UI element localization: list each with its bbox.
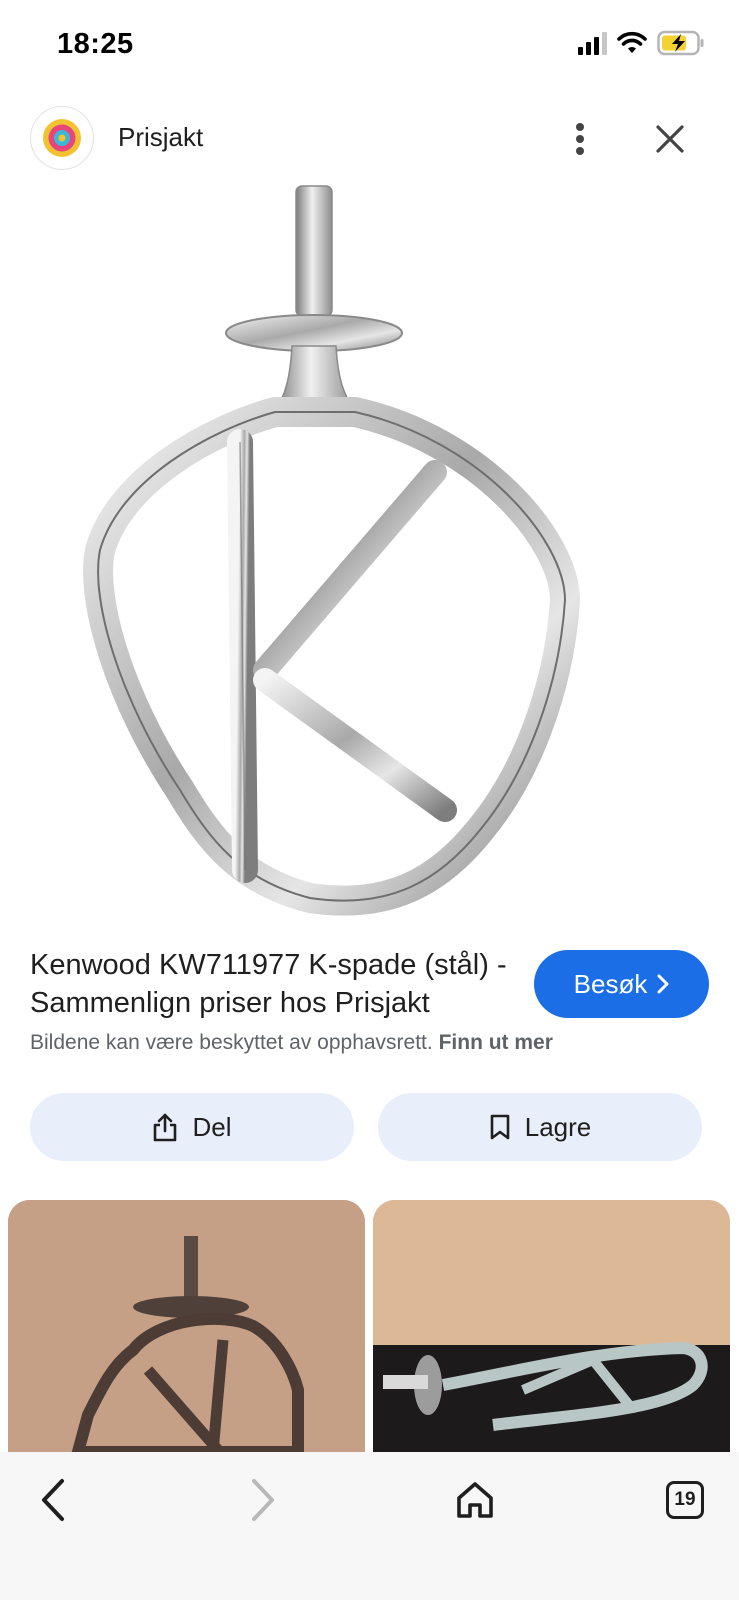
- share-label: Del: [192, 1111, 232, 1142]
- copyright-text: Bildene kan være beskyttet av opphavsret…: [30, 1031, 433, 1054]
- prisjakt-logo[interactable]: [30, 106, 94, 170]
- site-name[interactable]: Prisjakt: [118, 122, 203, 153]
- related-beater-photo-1: [8, 1200, 365, 1452]
- share-icon: [154, 1113, 177, 1142]
- learn-more-link[interactable]: Finn ut mer: [439, 1031, 553, 1054]
- tabs-button[interactable]: 19: [650, 1470, 720, 1530]
- bottom-navigation-bar: 19: [0, 1452, 739, 1600]
- main-product-image[interactable]: [0, 180, 739, 930]
- visit-label: Besøk: [573, 968, 648, 999]
- visit-button[interactable]: Besøk: [534, 950, 709, 1018]
- lens-result-header: Prisjakt: [0, 100, 739, 180]
- status-bar: 18:25: [0, 0, 739, 92]
- share-button[interactable]: Del: [30, 1093, 354, 1161]
- chevron-right-icon: [657, 974, 669, 994]
- battery-charging-icon: [657, 30, 704, 56]
- related-beater-photo-2: [373, 1200, 730, 1452]
- back-button[interactable]: [18, 1470, 88, 1530]
- result-title[interactable]: Kenwood KW711977 K-spade (stål) - Sammen…: [30, 946, 510, 1022]
- save-label: Lagre: [524, 1111, 592, 1142]
- close-button[interactable]: [648, 114, 692, 164]
- close-icon: [656, 125, 684, 153]
- status-time: 18:25: [57, 28, 134, 60]
- tab-count-badge: 19: [666, 1481, 704, 1519]
- status-icons: [578, 30, 705, 56]
- copyright-notice: Bildene kan være beskyttet av opphavsret…: [30, 1031, 553, 1055]
- save-button[interactable]: Lagre: [378, 1093, 702, 1161]
- chevron-right-icon: [252, 1479, 274, 1521]
- cellular-signal-icon: [578, 31, 607, 55]
- more-options-button[interactable]: [560, 114, 600, 164]
- forward-button[interactable]: [228, 1470, 298, 1530]
- wifi-icon: [617, 31, 647, 53]
- home-button[interactable]: [440, 1470, 510, 1530]
- more-vert-icon: [576, 123, 584, 155]
- k-beater-image: [82, 185, 580, 916]
- related-image-2[interactable]: [373, 1200, 730, 1452]
- chevron-left-icon: [42, 1479, 64, 1521]
- bookmark-icon: [490, 1114, 510, 1140]
- target-logo-icon: [43, 119, 81, 157]
- home-icon: [457, 1482, 493, 1518]
- related-image-1[interactable]: [8, 1200, 365, 1452]
